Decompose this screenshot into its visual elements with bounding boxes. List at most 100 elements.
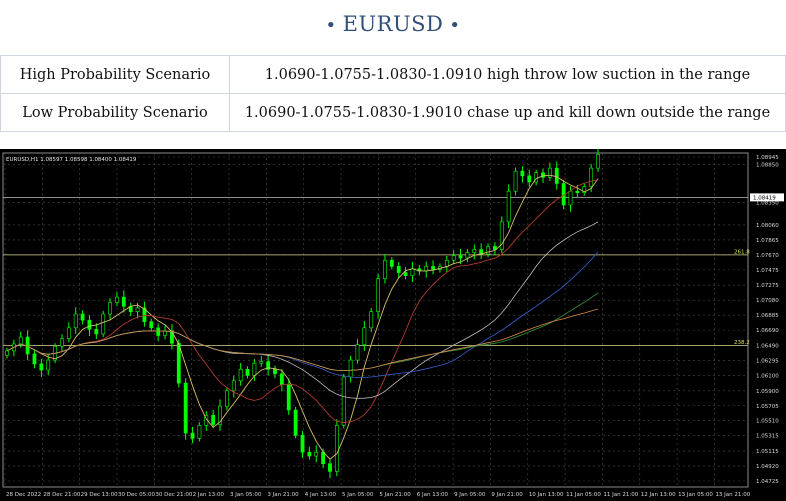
candle-body xyxy=(355,344,360,361)
scenario-label: High Probability Scenario xyxy=(0,55,230,94)
candle-body xyxy=(225,390,229,407)
time-tick-label: 6 Jan 13:00 xyxy=(417,492,449,498)
time-tick-label: 13 Jan 05:00 xyxy=(678,492,713,498)
price-tick-label: 1.06690 xyxy=(756,328,779,334)
candle-body xyxy=(589,167,594,187)
candle-body xyxy=(87,319,92,330)
candle-body xyxy=(60,338,64,347)
time-tick-label: 2 Jan 13:00 xyxy=(193,492,225,498)
price-tick-label: 1.07865 xyxy=(756,238,779,244)
candle-body xyxy=(328,463,332,472)
time-tick-label: 11 Jan 21:00 xyxy=(603,492,638,498)
candle-body xyxy=(39,363,44,371)
candle-body xyxy=(554,167,559,184)
candle-body xyxy=(321,451,326,465)
candle-body xyxy=(362,327,367,346)
candle-body xyxy=(451,255,456,261)
time-tick-label: 4 Jan 13:00 xyxy=(305,492,337,498)
fib-level-label: 238.2 xyxy=(734,340,750,346)
price-tick-label: 1.04725 xyxy=(756,479,779,485)
time-tick-label: 3 Jan 21:00 xyxy=(267,492,299,498)
candle-body xyxy=(286,384,291,411)
candle-body xyxy=(513,170,518,192)
candle-body xyxy=(465,252,470,259)
price-tick-label: 1.05705 xyxy=(756,404,779,410)
candle-body xyxy=(18,336,23,345)
price-chart[interactable]: 1.08945 1.08850 1.08350 1.08060 1.07865 1.076… xyxy=(0,149,786,501)
candle-body xyxy=(279,373,284,385)
candle-body xyxy=(575,190,580,194)
price-tick-label: 1.06885 xyxy=(756,313,779,319)
candle-body xyxy=(252,362,257,376)
time-tick-label: 13 Jan 21:00 xyxy=(715,492,750,498)
candle-body xyxy=(46,359,51,371)
scenario-label: Low Probability Scenario xyxy=(0,93,230,132)
scenario-value: 1.0690-1.0755-1.0830-1.9010 chase up and… xyxy=(229,93,786,132)
candle-body xyxy=(348,359,353,378)
candle-body xyxy=(410,268,415,276)
price-tick-label: 1.07080 xyxy=(756,298,779,304)
candle-body xyxy=(5,350,9,356)
title-dot-right: • xyxy=(449,15,461,36)
candle-body xyxy=(80,313,85,321)
candle-body xyxy=(520,170,525,177)
page-title: • EURUSD • xyxy=(0,0,786,50)
price-tick-label: 1.04920 xyxy=(756,464,779,470)
candle-body xyxy=(376,278,380,313)
candle-body xyxy=(596,154,600,169)
time-tick-label: 28 Dec 21:00 xyxy=(43,492,80,498)
chart-background xyxy=(0,149,786,501)
candle-body xyxy=(115,296,119,303)
candle-body xyxy=(307,451,312,457)
price-tick-label: 1.06100 xyxy=(756,373,779,379)
time-tick-label: 5 Jan 05:00 xyxy=(342,492,374,498)
candle-body xyxy=(424,266,429,272)
candle-body xyxy=(197,425,202,439)
time-tick-label: 28 Dec 2022 xyxy=(6,492,41,498)
candle-body xyxy=(259,361,264,364)
price-tick-label: 1.07475 xyxy=(756,268,779,274)
candle-body xyxy=(73,313,78,329)
scenario-table: High Probability Scenario 1.0690-1.0755-… xyxy=(0,55,786,132)
fib-level-label: 261.8 xyxy=(734,249,750,255)
price-tick-label: 1.08350 xyxy=(756,201,779,207)
candle-body xyxy=(527,175,532,183)
candle-body xyxy=(66,327,71,339)
time-tick-label: 12 Jan 13:00 xyxy=(641,492,676,498)
candle-body xyxy=(163,330,167,336)
candle-body xyxy=(183,382,188,434)
candle-body xyxy=(314,451,319,457)
candle-body xyxy=(245,368,250,376)
candle-body xyxy=(176,342,181,384)
candle-body xyxy=(231,380,236,392)
price-tick-label: 1.07275 xyxy=(756,283,779,289)
candle-body xyxy=(444,259,449,267)
candle-body xyxy=(486,246,490,255)
price-tick-label: 1.06490 xyxy=(756,343,779,349)
time-tick-label: 10 Jan 13:00 xyxy=(529,492,564,498)
title-dot-left: • xyxy=(325,15,337,36)
table-row: High Probability Scenario 1.0690-1.0755-… xyxy=(0,55,786,94)
candle-body xyxy=(389,259,394,267)
candle-body xyxy=(383,259,387,279)
time-tick-label: 5 Jan 21:00 xyxy=(379,492,411,498)
candle-body xyxy=(293,409,298,436)
candle-body xyxy=(156,327,161,336)
price-tick-label: 1.06295 xyxy=(756,358,779,364)
price-tick-label: 1.05900 xyxy=(756,389,779,395)
title-text: EURUSD xyxy=(342,12,444,36)
price-tick-label: 1.05510 xyxy=(756,419,779,425)
scenario-value: 1.0690-1.0755-1.0830-1.0910 high throw l… xyxy=(229,55,786,94)
price-tick-label: 1.08060 xyxy=(756,223,779,229)
candle-body xyxy=(403,272,408,276)
candle-body xyxy=(300,435,305,453)
candle-body xyxy=(458,255,463,259)
candle-body xyxy=(341,376,346,426)
time-tick-label: 9 Jan 21:00 xyxy=(491,492,523,498)
candle-body xyxy=(149,321,154,329)
price-tick-label: 1.05115 xyxy=(756,449,779,455)
candle-body xyxy=(369,311,374,329)
candle-body xyxy=(568,190,573,206)
candle-body xyxy=(108,302,112,315)
candle-body xyxy=(547,167,552,178)
